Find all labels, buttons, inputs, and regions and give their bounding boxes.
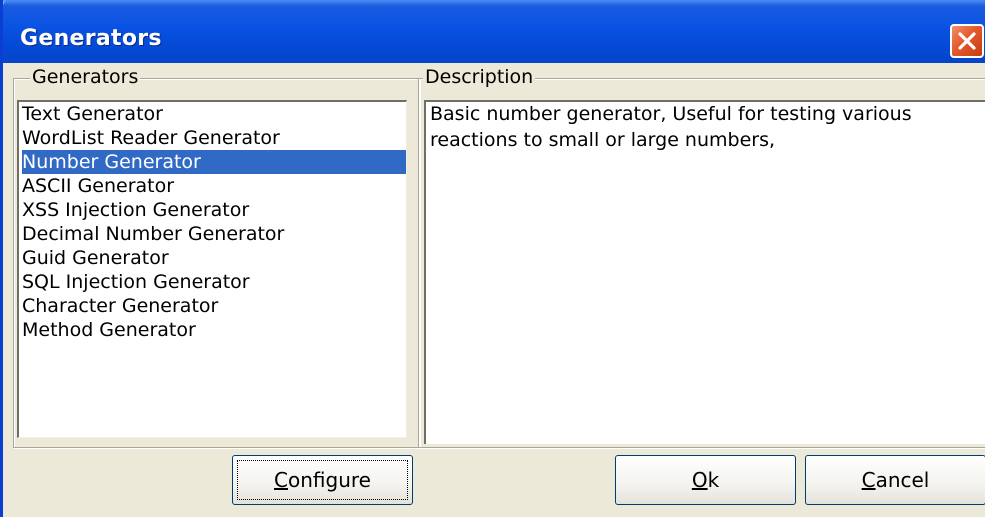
list-item-label: SQL Injection Generator — [22, 271, 250, 293]
list-item-label: Guid Generator — [22, 247, 169, 269]
list-item[interactable]: Guid Generator — [22, 246, 406, 270]
list-item[interactable]: XSS Injection Generator — [22, 198, 406, 222]
list-item-label: Text Generator — [22, 103, 163, 125]
list-item[interactable]: Decimal Number Generator — [22, 222, 406, 246]
close-button[interactable] — [950, 24, 984, 58]
list-item[interactable]: Method Generator — [22, 318, 406, 342]
list-item[interactable]: Text Generator — [22, 102, 406, 126]
configure-button[interactable]: Configure — [232, 455, 413, 505]
title-bar[interactable]: Generators — [3, 0, 985, 63]
title-bar-highlight — [3, 0, 985, 5]
window-title: Generators — [20, 26, 162, 51]
list-item-label: XSS Injection Generator — [22, 199, 250, 221]
generators-dialog: Generators Generators Text Generator Wor… — [0, 0, 985, 517]
list-item-label: Method Generator — [22, 319, 196, 341]
list-item-label: Decimal Number Generator — [22, 223, 285, 245]
list-item-label: WordList Reader Generator — [22, 127, 280, 149]
cancel-label-rest: ancel — [875, 468, 930, 492]
focus-ring — [237, 460, 408, 500]
list-item[interactable]: SQL Injection Generator — [22, 270, 406, 294]
ok-mnemonic: O — [691, 468, 708, 492]
ok-button-label: Ok — [692, 468, 719, 492]
list-item[interactable]: Character Generator — [22, 294, 406, 318]
description-group-legend: Description — [423, 66, 536, 88]
cancel-button[interactable]: Cancel — [805, 455, 985, 505]
cancel-mnemonic: C — [861, 468, 876, 492]
list-item[interactable]: WordList Reader Generator — [22, 126, 406, 150]
description-box[interactable]: Basic number generator, Useful for testi… — [424, 100, 985, 444]
list-item-label: Character Generator — [22, 295, 219, 317]
list-item-label: ASCII Generator — [22, 175, 175, 197]
description-text: Basic number generator, Useful for testi… — [430, 103, 912, 151]
generators-group-legend: Generators — [30, 66, 141, 88]
generators-listbox[interactable]: Text Generator WordList Reader Generator… — [17, 100, 407, 438]
ok-label-rest: k — [707, 468, 720, 492]
list-item-label: Number Generator — [22, 151, 201, 173]
cancel-button-label: Cancel — [862, 468, 930, 492]
list-item[interactable]: ASCII Generator — [22, 174, 406, 198]
ok-button[interactable]: Ok — [615, 455, 796, 505]
list-item-selected[interactable]: Number Generator — [22, 150, 406, 174]
close-icon — [958, 32, 976, 50]
